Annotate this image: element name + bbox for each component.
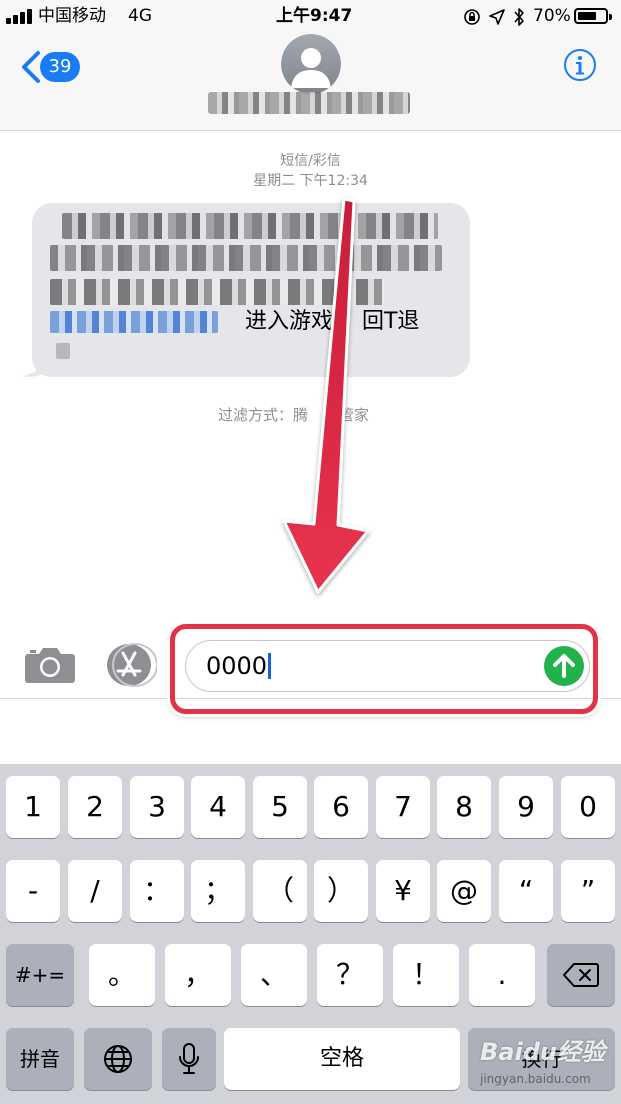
key-enumeration-comma[interactable]: 、 xyxy=(241,944,307,1006)
space-key[interactable]: 空格 xyxy=(224,1028,460,1090)
annotation-highlight-box xyxy=(170,624,598,714)
key-yen[interactable]: ¥ xyxy=(376,860,430,922)
key-semicolon[interactable]: ； xyxy=(191,860,245,922)
clock: 上午9:47 xyxy=(276,6,353,26)
key-right-paren[interactable]: ） xyxy=(314,860,368,922)
filter-label-start: 过滤方式：腾 xyxy=(218,406,309,424)
obscured-message-link[interactable] xyxy=(50,311,218,333)
baidu-jingyan-watermark: Baidu经验 jingyan.baidu.com xyxy=(480,1032,615,1092)
contact-avatar-icon[interactable] xyxy=(281,34,341,94)
key-pinyin[interactable]: 拼音 xyxy=(6,1028,74,1090)
filter-label: 过滤方式：腾 机管家 xyxy=(218,404,369,425)
key-exclamation[interactable]: ！ xyxy=(393,944,459,1006)
key-right-quote[interactable]: ” xyxy=(561,860,615,922)
dictation-key[interactable] xyxy=(162,1028,216,1090)
info-icon[interactable] xyxy=(563,48,597,82)
key-7[interactable]: 7 xyxy=(376,776,430,838)
key-comma-cn[interactable]: ， xyxy=(165,944,231,1006)
message-service-label: 短信/彩信 xyxy=(280,153,341,169)
obscured-message-text xyxy=(56,343,70,359)
key-period-cn[interactable]: 。 xyxy=(89,944,155,1006)
obscured-message-text xyxy=(62,213,438,239)
key-3[interactable]: 3 xyxy=(130,776,184,838)
key-4[interactable]: 4 xyxy=(191,776,245,838)
key-left-quote[interactable]: “ xyxy=(499,860,553,922)
unread-count-badge[interactable]: 39 xyxy=(40,52,80,82)
key-0[interactable]: 0 xyxy=(561,776,615,838)
delete-key[interactable] xyxy=(547,944,615,1006)
key-1[interactable]: 1 xyxy=(6,776,60,838)
key-dot[interactable]: . xyxy=(469,944,535,1006)
battery-percent: 70% xyxy=(533,6,571,26)
key-2[interactable]: 2 xyxy=(68,776,122,838)
orientation-lock-icon xyxy=(464,9,480,25)
globe-key[interactable] xyxy=(84,1028,152,1090)
signal-icon xyxy=(6,8,36,24)
key-question[interactable]: ？ xyxy=(317,944,383,1006)
delete-key-icon xyxy=(563,963,599,987)
key-9[interactable]: 9 xyxy=(499,776,553,838)
message-text-visible: 进入游戏！ 回T退 xyxy=(245,309,420,334)
bluetooth-icon xyxy=(514,8,524,26)
filter-label-end: 机管家 xyxy=(324,406,370,424)
globe-icon xyxy=(104,1045,132,1073)
conversation-header: 39 xyxy=(0,34,621,131)
obscured-message-text xyxy=(50,279,384,305)
app-store-icon[interactable] xyxy=(105,643,157,687)
watermark-url: jingyan.baidu.com xyxy=(480,1072,591,1086)
key-at[interactable]: @ xyxy=(437,860,491,922)
key-left-paren[interactable]: （ xyxy=(253,860,307,922)
camera-icon[interactable] xyxy=(24,646,76,684)
carrier-name: 中国移动 xyxy=(38,6,106,26)
key-8[interactable]: 8 xyxy=(437,776,491,838)
microphone-icon xyxy=(179,1043,199,1074)
key-hyphen[interactable]: - xyxy=(6,860,60,922)
key-6[interactable]: 6 xyxy=(314,776,368,838)
network-type: 4G xyxy=(128,6,152,26)
obscured-message-text xyxy=(50,245,442,271)
contact-name-obscured[interactable] xyxy=(208,92,410,114)
key-more-symbols[interactable]: #+= xyxy=(6,944,74,1006)
location-icon xyxy=(489,9,505,25)
key-5[interactable]: 5 xyxy=(253,776,307,838)
key-slash[interactable]: / xyxy=(68,860,122,922)
status-bar: 中国移动 4G 上午9:47 70% xyxy=(0,0,621,34)
key-colon[interactable]: ： xyxy=(130,860,184,922)
battery-level-fill xyxy=(578,12,596,20)
watermark-brand: Baidu经验 xyxy=(480,1038,605,1066)
battery-icon xyxy=(574,8,612,24)
message-timestamp: 星期二 下午12:34 xyxy=(253,173,368,189)
